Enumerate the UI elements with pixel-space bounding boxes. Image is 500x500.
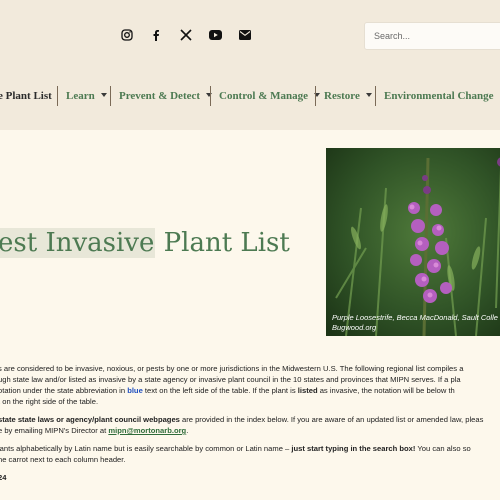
nav-divider xyxy=(315,86,316,106)
email-icon[interactable] xyxy=(236,26,254,44)
purple-loosestrife-image xyxy=(326,148,500,336)
search-input[interactable]: Search... xyxy=(364,22,500,50)
intro-paragraph-2: state state laws or agency/plant council… xyxy=(0,415,484,435)
chevron-down-icon xyxy=(100,93,107,98)
nav-item-prevent-detect[interactable]: Prevent & Detect xyxy=(119,90,213,102)
hero-photo: Purple Loosestrife, Becca MacDonald, Sau… xyxy=(326,148,500,336)
page-title-highlight: est Invasive xyxy=(0,228,156,258)
site-header: Search... e Plant List Learn Prevent & D… xyxy=(0,0,500,130)
nav-item-learn[interactable]: Learn xyxy=(66,90,107,102)
chevron-down-icon xyxy=(365,93,372,98)
nav-brand-plant-list[interactable]: e Plant List xyxy=(0,90,52,102)
intro-paragraph-1: s are considered to be invasive, noxious… xyxy=(0,364,464,406)
youtube-icon[interactable] xyxy=(206,26,224,44)
nav-item-control-manage[interactable]: Control & Manage xyxy=(219,90,321,102)
page-title-rest: Plant List xyxy=(155,228,290,258)
photo-caption: Purple Loosestrife, Becca MacDonald, Sau… xyxy=(332,313,498,332)
nav-item-restore[interactable]: Restore xyxy=(324,90,372,102)
nav-divider xyxy=(210,86,211,106)
intro-paragraph-3: lants alphabetically by Latin name but i… xyxy=(0,444,471,464)
nav-divider xyxy=(110,86,111,106)
instagram-icon[interactable] xyxy=(118,26,136,44)
facebook-icon[interactable] xyxy=(147,26,165,44)
nav-divider xyxy=(57,86,58,106)
page-title: est Invasive Plant List xyxy=(0,226,290,260)
director-email-link[interactable]: mipn@mortonarb.org xyxy=(108,426,186,435)
nav-item-environmental-change[interactable]: Environmental Change xyxy=(384,90,500,102)
x-icon[interactable] xyxy=(177,26,195,44)
main-navigation: e Plant List Learn Prevent & Detect Cont… xyxy=(0,84,500,108)
nav-divider xyxy=(375,86,376,106)
updated-date: 24 xyxy=(0,473,7,482)
